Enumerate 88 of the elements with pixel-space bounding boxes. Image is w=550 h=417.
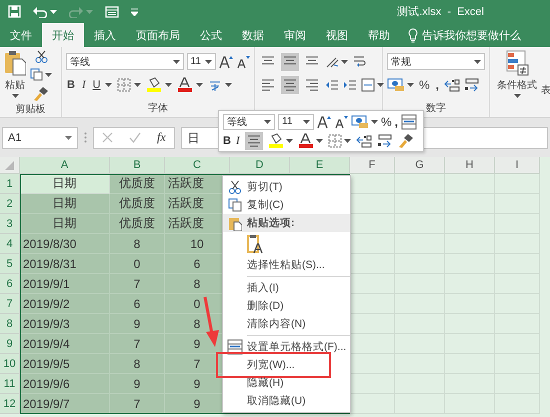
table-cell[interactable]: 日期 [20, 194, 110, 214]
row-header[interactable]: 11 [0, 374, 20, 394]
row-header[interactable]: 6 [0, 274, 20, 294]
table-cell[interactable]: 2019/9/2 [20, 294, 110, 314]
row-header[interactable]: 1 [0, 174, 20, 194]
ribbon-tab[interactable]: 开始 [42, 23, 84, 47]
group-label: 字体 [147, 102, 169, 116]
column-header[interactable]: I [495, 157, 540, 174]
table-cell[interactable]: 2019/8/31 [20, 254, 110, 274]
column-header[interactable]: D [230, 157, 290, 174]
table-cell[interactable]: 日期 [20, 214, 110, 234]
group-label: 数字 [425, 102, 447, 116]
menu-item[interactable]: 清除内容(N) [247, 317, 306, 331]
table-cell[interactable]: 6 [110, 294, 165, 314]
window-title: 测试.xlsx - Excel [397, 5, 484, 19]
menu-item[interactable]: 设置单元格格式(F)... [247, 340, 346, 354]
table-cell[interactable]: 0 [110, 254, 165, 274]
menu-item[interactable]: 隐藏(H) [247, 376, 284, 390]
row-header[interactable]: 4 [0, 234, 20, 254]
font-size-field[interactable]: 11 [278, 114, 314, 130]
table-cell[interactable]: 9 [110, 374, 165, 394]
row-header[interactable]: 8 [0, 314, 20, 334]
table-cell[interactable]: 2019/9/1 [20, 274, 110, 294]
table-cell[interactable]: 2019/8/30 [20, 234, 110, 254]
menu-item[interactable]: 复制(C) [247, 198, 284, 212]
bold-button[interactable]: B [66, 78, 76, 90]
underline-button[interactable]: U [92, 78, 102, 90]
table-cell[interactable]: 7 [110, 334, 165, 354]
italic-button[interactable]: I [236, 134, 240, 146]
number-format-field[interactable]: 常规 [387, 53, 485, 70]
table-cell[interactable]: 7 [110, 274, 165, 294]
table-cell[interactable]: 7 [110, 394, 165, 414]
row-header[interactable]: 2 [0, 194, 20, 214]
column-header[interactable]: B [110, 157, 165, 174]
font-name-field[interactable]: 等线 [66, 53, 184, 70]
insert-function-button[interactable]: fx [157, 130, 166, 145]
font-size-field[interactable]: 11 [186, 53, 216, 70]
ribbon-tab[interactable]: 数据 [232, 23, 274, 47]
name-box[interactable]: A1 [2, 126, 78, 148]
menu-section-label: 粘贴选项: [247, 216, 296, 230]
column-header[interactable]: A [20, 157, 110, 174]
table-cell[interactable]: 2019/9/4 [20, 334, 110, 354]
menu-item[interactable]: 删除(D) [247, 299, 284, 313]
menu-item[interactable]: 取消隐藏(U) [247, 394, 306, 408]
table-cell[interactable]: 优质度 [110, 214, 165, 234]
table-cell[interactable]: 2019/9/3 [20, 314, 110, 334]
table-cell[interactable]: 2019/9/6 [20, 374, 110, 394]
ribbon-tab[interactable]: 文件 [0, 23, 42, 47]
group-label: 剪贴板 [14, 102, 46, 117]
column-header[interactable]: G [395, 157, 445, 174]
row-header[interactable]: 3 [0, 214, 20, 234]
menu-item[interactable]: 选择性粘贴(S)... [247, 258, 325, 272]
menu-item[interactable]: 剪切(T) [247, 180, 282, 194]
column-header[interactable]: E [290, 157, 350, 174]
menu-item[interactable]: 插入(I) [247, 281, 279, 295]
percent-button[interactable]: % [381, 114, 392, 128]
comma-button[interactable]: , [434, 78, 440, 92]
italic-button[interactable]: I [80, 78, 87, 90]
row-header[interactable]: 7 [0, 294, 20, 314]
paste-button[interactable]: 粘贴 [4, 78, 26, 92]
ribbon-tab[interactable]: 视图 [316, 23, 358, 47]
row-header[interactable]: 10 [0, 354, 20, 374]
menu-item[interactable]: 列宽(W)... [247, 358, 295, 372]
row-header[interactable]: 5 [0, 254, 20, 274]
percent-button[interactable]: % [418, 78, 431, 92]
ribbon-tab[interactable]: 插入 [84, 23, 126, 47]
table-cell[interactable]: 8 [110, 354, 165, 374]
tell-me-field[interactable]: 告诉我你想要做什么 [422, 28, 521, 42]
table-cell[interactable]: 2019/9/7 [20, 394, 110, 414]
column-header[interactable]: H [445, 157, 495, 174]
column-header[interactable]: F [350, 157, 395, 174]
column-header[interactable]: C [165, 157, 230, 174]
table-cell[interactable]: 优质度 [110, 174, 165, 194]
ribbon-tab[interactable]: 帮助 [358, 23, 400, 47]
row-header[interactable]: 12 [0, 394, 20, 414]
ribbon-tab[interactable]: 审阅 [274, 23, 316, 47]
conditional-formatting-button[interactable]: 条件格式 [496, 78, 538, 92]
table-cell[interactable]: 日期 [20, 174, 110, 194]
comma-button[interactable]: , [394, 114, 398, 128]
ribbon-tab[interactable]: 页面布局 [126, 23, 190, 47]
table-cell[interactable]: 2019/9/5 [20, 354, 110, 374]
table-cell[interactable]: 9 [110, 314, 165, 334]
font-name-field[interactable]: 等线 [223, 114, 275, 130]
row-header[interactable]: 9 [0, 334, 20, 354]
table-cell[interactable]: 优质度 [110, 194, 165, 214]
table-cell[interactable]: 8 [110, 234, 165, 254]
ribbon-tab[interactable]: 公式 [190, 23, 232, 47]
bold-button[interactable]: B [223, 134, 231, 146]
